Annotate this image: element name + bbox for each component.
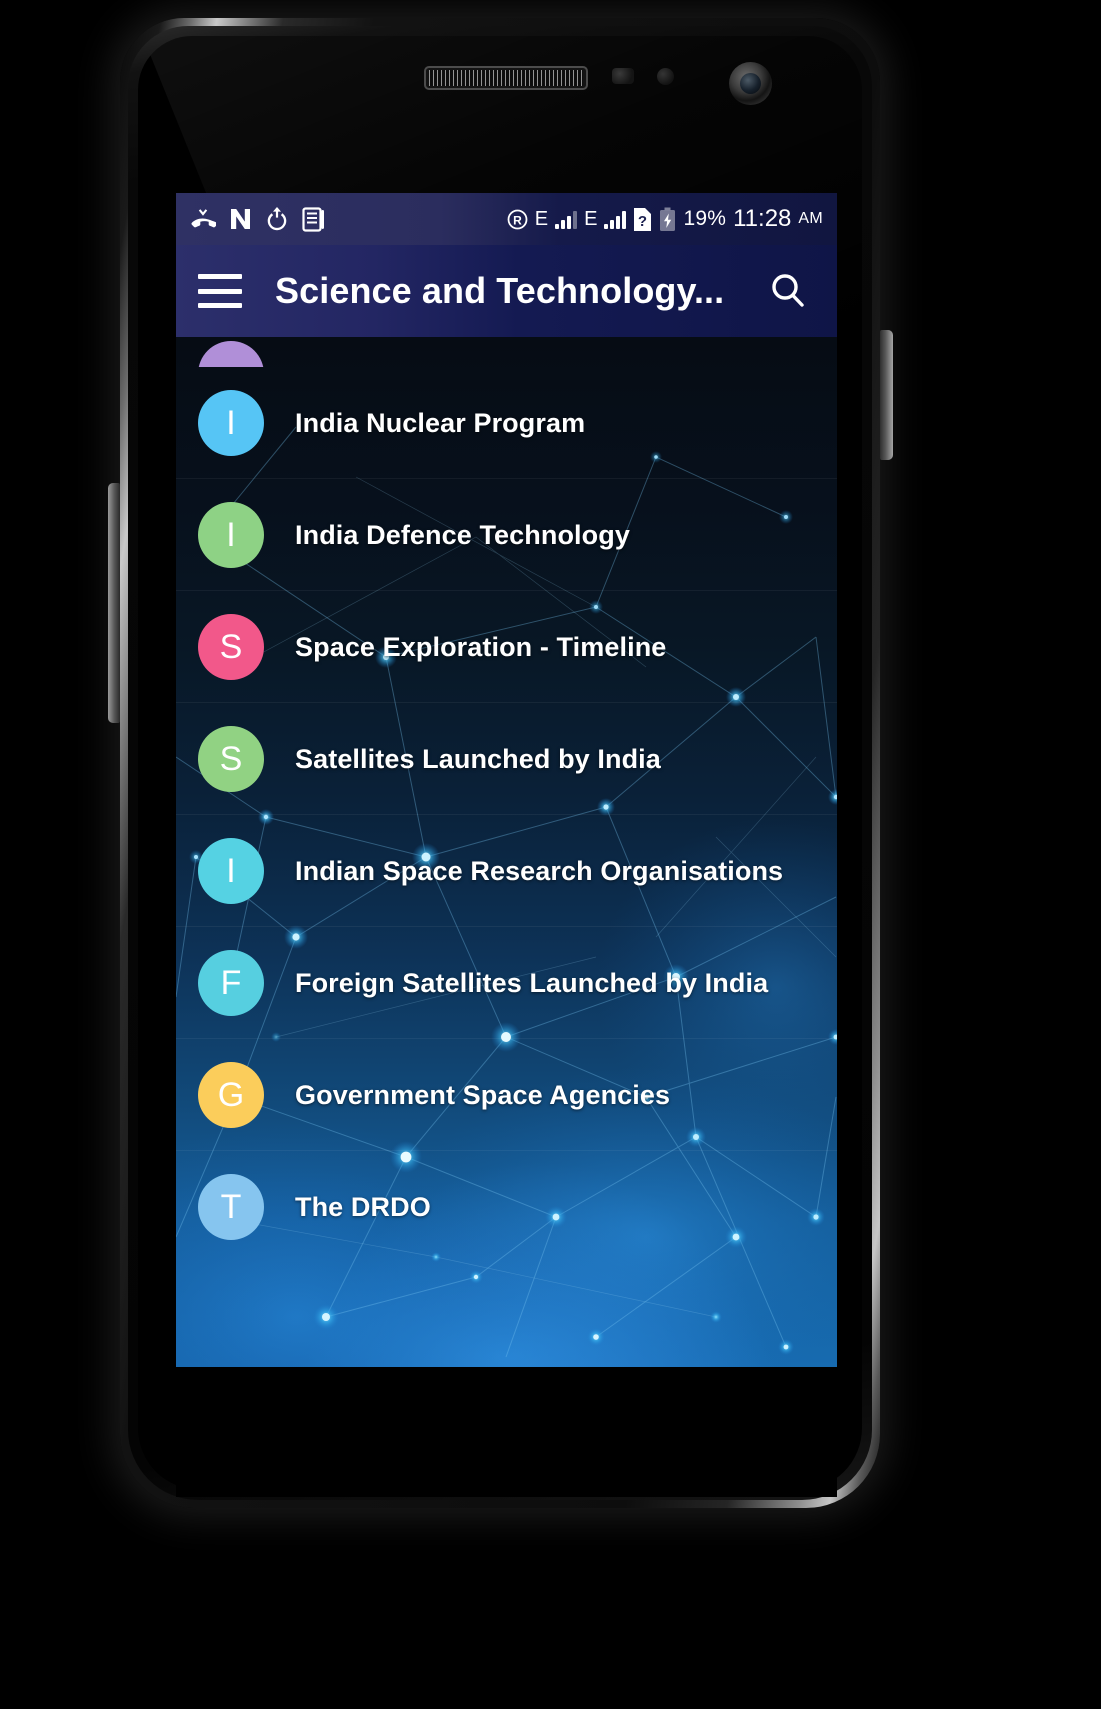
light-sensor-icon xyxy=(657,68,674,85)
list-item[interactable]: T The DRDO xyxy=(176,1151,837,1263)
list-item-label: Government Space Agencies xyxy=(295,1079,671,1110)
avatar: S xyxy=(198,726,264,792)
content-area: I India Nuclear Program I India Defence … xyxy=(176,337,837,1367)
battery-percent-label: 19% xyxy=(683,207,727,230)
topics-list: I India Nuclear Program I India Defence … xyxy=(176,337,837,1367)
avatar-initial: S xyxy=(219,739,243,778)
software-update-icon xyxy=(265,206,289,232)
list-item[interactable]: S Space Exploration - Timeline xyxy=(176,591,837,703)
avatar-initial: I xyxy=(226,403,236,442)
list-item[interactable]: I India Defence Technology xyxy=(176,479,837,591)
avatar-initial: T xyxy=(220,1187,242,1226)
list-item[interactable]: S Satellites Launched by India xyxy=(176,703,837,815)
battery-charging-icon xyxy=(659,207,676,232)
avatar: T xyxy=(198,1174,264,1240)
list-item-label: Indian Space Research Organisations xyxy=(295,855,784,886)
avatar: G xyxy=(198,1062,264,1128)
front-camera-icon xyxy=(729,62,772,105)
list-item[interactable]: I India Nuclear Program xyxy=(176,367,837,479)
earpiece-grille xyxy=(429,70,583,86)
list-item[interactable]: F Foreign Satellites Launched by India xyxy=(176,927,837,1039)
avatar: S xyxy=(198,614,264,680)
avatar: I xyxy=(198,390,264,456)
proximity-sensor-icon xyxy=(612,68,634,84)
earpiece-speaker xyxy=(424,66,588,90)
sim-unknown-icon: ? xyxy=(633,207,652,232)
svg-text:?: ? xyxy=(638,213,647,230)
avatar-initial: G xyxy=(217,1075,245,1114)
avatar-initial: S xyxy=(219,627,243,666)
network-type-sim2-label: E xyxy=(584,207,598,230)
page-title: Science and Technology... xyxy=(275,270,725,311)
list-item-label: Satellites Launched by India xyxy=(295,743,661,774)
roaming-icon: R xyxy=(507,209,528,230)
avatar-initial: I xyxy=(226,851,236,890)
avatar: I xyxy=(198,502,264,568)
list-item-label: Foreign Satellites Launched by India xyxy=(295,967,769,998)
avatar xyxy=(198,341,264,367)
avatar-initial: F xyxy=(220,963,242,1002)
missed-call-icon xyxy=(190,207,216,231)
avatar-initial: I xyxy=(226,515,236,554)
status-bar-right-icons: R E E ? 19% 11:28 AM xyxy=(507,205,823,233)
list-item-label: India Defence Technology xyxy=(295,519,630,550)
app-bar: Science and Technology... xyxy=(176,245,837,337)
screenshot-stage: R E E ? 19% 11:28 AM Science and Technol… xyxy=(0,0,1101,1709)
list-item[interactable]: I Indian Space Research Organisations xyxy=(176,815,837,927)
avatar: F xyxy=(198,950,264,1016)
list-item[interactable]: G Government Space Agencies xyxy=(176,1039,837,1151)
bottom-bezel-fill xyxy=(176,1367,837,1497)
phone-screen: R E E ? 19% 11:28 AM Science and Technol… xyxy=(176,193,837,1367)
status-bar: R E E ? 19% 11:28 AM xyxy=(176,193,837,245)
search-icon[interactable] xyxy=(761,264,815,318)
volume-rocker-button[interactable] xyxy=(108,483,120,723)
power-button[interactable] xyxy=(880,330,893,460)
status-bar-left-icons xyxy=(190,206,325,232)
notification-document-icon xyxy=(302,206,325,232)
svg-text:R: R xyxy=(513,213,522,227)
list-item-label: India Nuclear Program xyxy=(295,407,586,438)
clock-time-label: 11:28 xyxy=(733,205,792,232)
signal-bars-sim1-icon xyxy=(555,210,578,229)
signal-bars-sim2-icon xyxy=(604,210,627,229)
list-item-partial[interactable] xyxy=(176,337,837,367)
list-item-label: The DRDO xyxy=(295,1191,431,1222)
hamburger-menu-icon[interactable] xyxy=(198,274,242,308)
avatar: I xyxy=(198,838,264,904)
list-item-label: Space Exploration - Timeline xyxy=(295,631,667,662)
clock-ampm-label: AM xyxy=(798,210,823,227)
network-type-sim1-label: E xyxy=(534,207,549,230)
nfc-icon xyxy=(229,207,252,231)
